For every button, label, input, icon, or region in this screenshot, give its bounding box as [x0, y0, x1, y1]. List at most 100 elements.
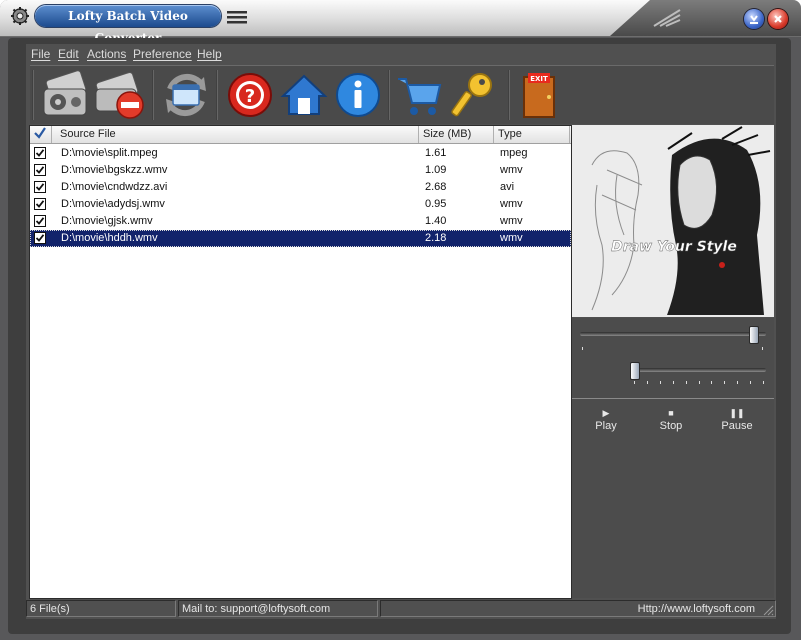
- slider-tick: [737, 381, 739, 384]
- close-button[interactable]: [768, 9, 788, 29]
- slider-tick: [724, 381, 726, 384]
- stop-icon: ■: [668, 408, 674, 418]
- file-checkbox[interactable]: [34, 164, 46, 176]
- file-path: D:\movie\adydsj.wmv: [61, 198, 165, 210]
- play-icon: ▶: [602, 408, 610, 418]
- slider-tick: [659, 381, 661, 384]
- file-size: 2.18: [425, 232, 447, 244]
- file-checkbox[interactable]: [34, 232, 46, 244]
- remove-video-icon[interactable]: [94, 69, 146, 121]
- checkmark-icon: [35, 166, 45, 174]
- player-controls: [572, 318, 774, 598]
- info-icon[interactable]: [332, 69, 384, 121]
- file-size: 1.61: [425, 147, 447, 159]
- volume-slider[interactable]: [632, 368, 766, 372]
- file-checkbox[interactable]: [34, 147, 46, 159]
- minimize-button[interactable]: [744, 9, 764, 29]
- buy-cart-icon[interactable]: [394, 69, 446, 121]
- status-website-link[interactable]: Http://www.loftysoft.com: [380, 600, 776, 617]
- file-list[interactable]: Source File Size (MB) Type D:\movie\spli…: [29, 125, 572, 599]
- slider-tick: [763, 381, 764, 384]
- menu-bar: File Edit Actions Preference Help: [26, 44, 776, 64]
- toolbar-separator: [388, 70, 390, 120]
- column-size[interactable]: Size (MB): [419, 126, 494, 143]
- close-icon: [774, 15, 782, 23]
- toolbar: ? EXIT: [30, 65, 774, 124]
- toolbar-separator: [32, 70, 34, 120]
- pause-label: Pause: [721, 420, 753, 432]
- file-path: D:\movie\bgskzz.wmv: [61, 164, 168, 176]
- file-path: D:\movie\hddh.wmv: [61, 232, 158, 244]
- column-type[interactable]: Type: [494, 126, 570, 143]
- file-list-header: Source File Size (MB) Type: [30, 126, 571, 144]
- file-row[interactable]: D:\movie\hddh.wmv 2.18 wmv: [30, 230, 571, 247]
- file-checkbox[interactable]: [34, 215, 46, 227]
- app-gear-icon[interactable]: [10, 6, 30, 26]
- menu-preference[interactable]: Preference: [133, 47, 192, 61]
- file-row[interactable]: D:\movie\bgskzz.wmv 1.09 wmv: [30, 162, 571, 179]
- menu-help[interactable]: Help: [197, 47, 222, 61]
- file-size: 0.95: [425, 198, 447, 210]
- stop-label: Stop: [659, 420, 683, 432]
- title-bar[interactable]: Lofty Batch Video Converter: [0, 0, 801, 45]
- register-key-icon[interactable]: [448, 69, 500, 121]
- slider-tick: [762, 347, 763, 350]
- slider-tick: [750, 381, 752, 384]
- resize-grip-icon[interactable]: [762, 604, 774, 616]
- file-type: mpeg: [500, 147, 528, 159]
- help-icon[interactable]: ?: [224, 69, 276, 121]
- checkmark-icon: [35, 183, 45, 191]
- controls-divider: [572, 398, 774, 399]
- file-type: avi: [500, 181, 515, 193]
- preview-artwork: Draw Your Style: [572, 125, 774, 317]
- home-icon[interactable]: [278, 69, 330, 121]
- slider-tick: [685, 381, 687, 384]
- menu-actions[interactable]: Actions: [87, 47, 126, 61]
- svg-text:?: ?: [245, 86, 255, 107]
- window-menu-icon[interactable]: [227, 10, 247, 24]
- file-row[interactable]: D:\movie\split.mpeg 1.61 mpeg: [30, 145, 571, 162]
- stop-button[interactable]: ■ Stop: [641, 406, 701, 432]
- app-window: Lofty Batch Video Converter File: [0, 0, 801, 640]
- pause-button[interactable]: ❚❚ Pause: [707, 406, 767, 432]
- file-path: D:\movie\cndwdzz.avi: [61, 181, 168, 193]
- file-type: wmv: [500, 215, 523, 227]
- title-decoration-icon: [653, 9, 681, 27]
- toolbar-separator: [508, 70, 510, 120]
- menu-edit[interactable]: Edit: [58, 47, 79, 61]
- slider-tick: [711, 381, 713, 384]
- minimize-icon: [750, 15, 758, 24]
- file-checkbox[interactable]: [34, 198, 46, 210]
- file-type: wmv: [500, 198, 523, 210]
- checkmark-icon: [35, 217, 45, 225]
- position-slider-thumb[interactable]: [749, 326, 760, 344]
- select-all-checkbox[interactable]: [30, 126, 52, 143]
- status-file-count: 6 File(s): [26, 600, 176, 617]
- file-checkbox[interactable]: [34, 181, 46, 193]
- file-row[interactable]: D:\movie\cndwdzz.avi 2.68 avi: [30, 179, 571, 196]
- exit-door-icon[interactable]: EXIT: [514, 69, 566, 121]
- position-slider[interactable]: [580, 332, 766, 336]
- play-label: Play: [595, 420, 617, 432]
- file-size: 2.68: [425, 181, 447, 193]
- video-preview: Draw Your Style: [572, 125, 774, 317]
- play-button[interactable]: ▶ Play: [576, 406, 636, 432]
- menu-file[interactable]: File: [31, 47, 50, 61]
- checkmark-icon: [35, 149, 45, 157]
- file-row[interactable]: D:\movie\adydsj.wmv 0.95 wmv: [30, 196, 571, 213]
- file-type: wmv: [500, 164, 523, 176]
- file-size: 1.40: [425, 215, 447, 227]
- checkmark-icon: [35, 200, 45, 208]
- slider-tick: [698, 381, 700, 384]
- checkmark-icon: [35, 234, 45, 242]
- volume-slider-thumb[interactable]: [630, 362, 640, 380]
- add-video-icon[interactable]: [40, 69, 92, 121]
- toolbar-separator: [152, 70, 154, 120]
- slider-tick: [672, 381, 674, 384]
- file-path: D:\movie\gjsk.wmv: [61, 215, 153, 227]
- column-source-file[interactable]: Source File: [52, 126, 419, 143]
- convert-icon[interactable]: [160, 69, 212, 121]
- file-row[interactable]: D:\movie\gjsk.wmv 1.40 wmv: [30, 213, 571, 230]
- status-mail-link[interactable]: Mail to: support@loftysoft.com: [178, 600, 378, 617]
- file-size: 1.09: [425, 164, 447, 176]
